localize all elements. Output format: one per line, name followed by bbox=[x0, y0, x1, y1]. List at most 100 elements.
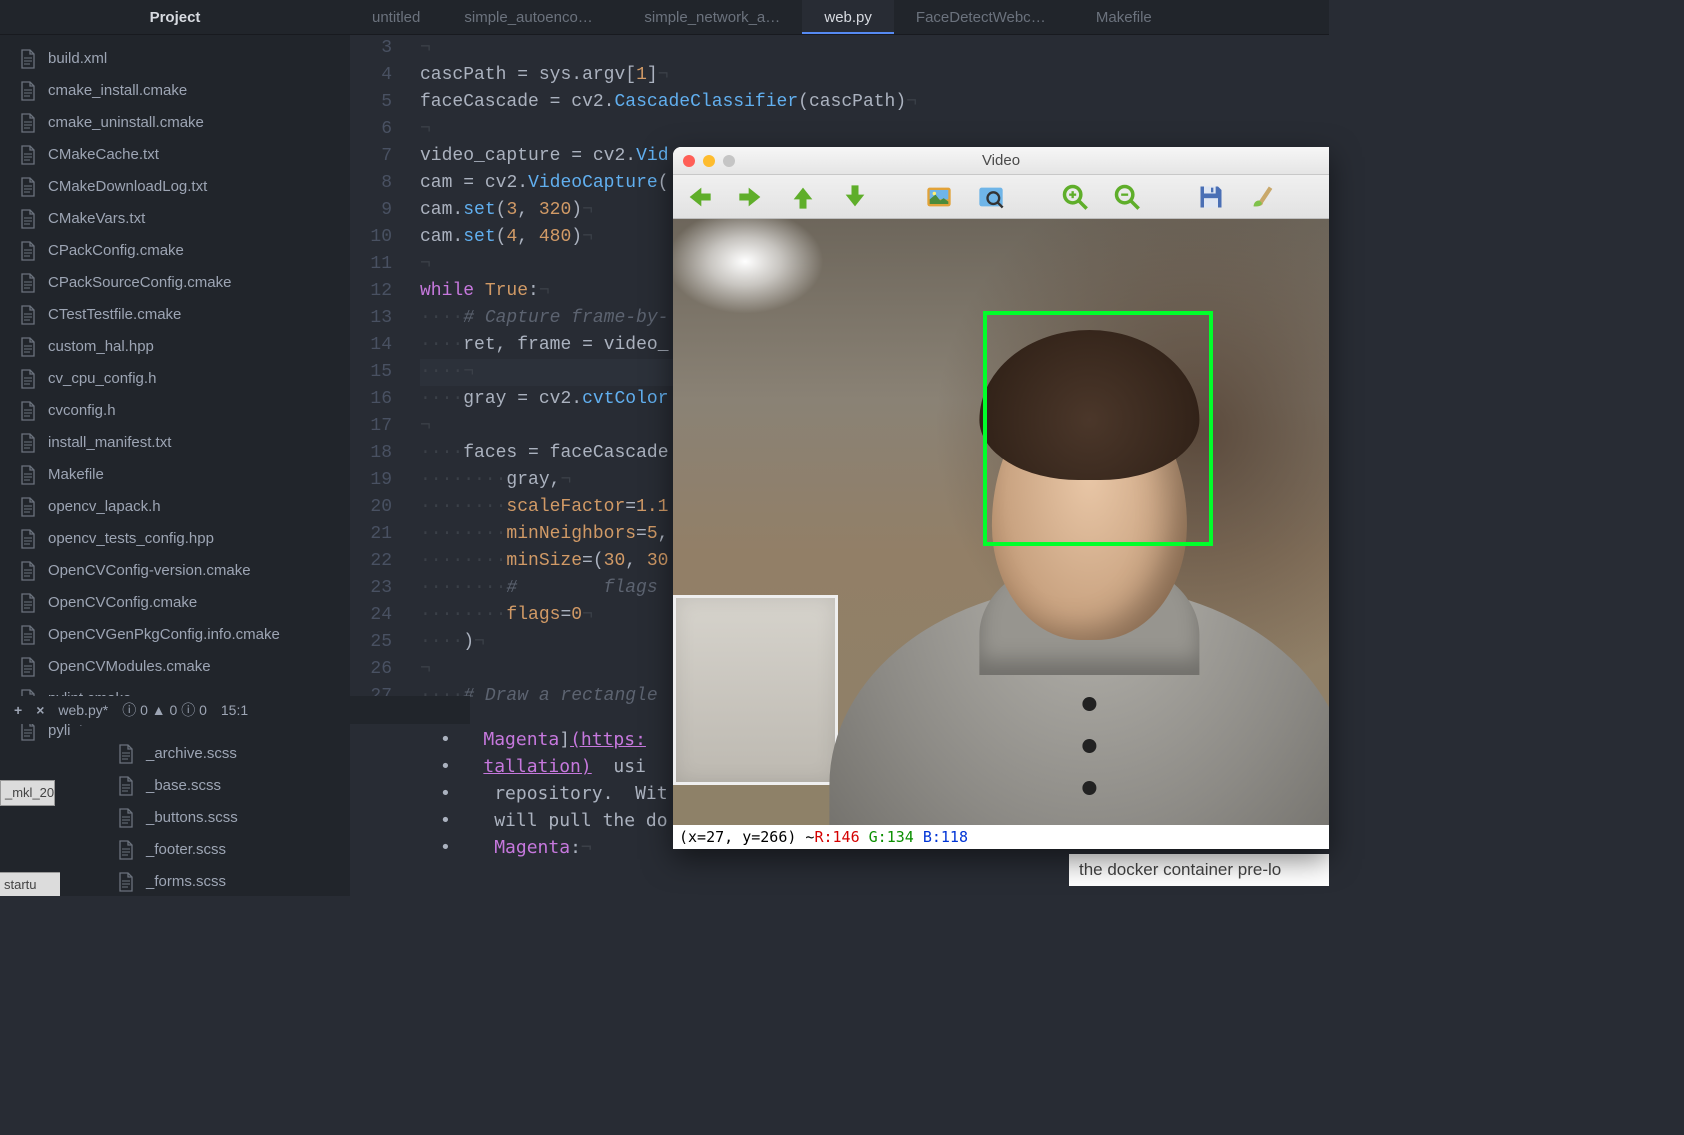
file-icon bbox=[118, 808, 134, 828]
status-cursor: 15:1 bbox=[221, 702, 248, 718]
tab-webpy[interactable]: web.py bbox=[802, 0, 894, 34]
file-icon bbox=[20, 497, 36, 517]
file-icon bbox=[20, 593, 36, 613]
file-icon bbox=[20, 721, 36, 741]
file-item[interactable]: opencv_lapack.h bbox=[0, 491, 350, 523]
file-item[interactable]: cmake_install.cmake bbox=[0, 75, 350, 107]
file-icon bbox=[20, 273, 36, 293]
file-item-label: CMakeDownloadLog.txt bbox=[48, 175, 207, 199]
secondary-file-tree: _archive.scss _base.scss _buttons.scss_foo… bbox=[70, 726, 390, 896]
file-item-label: _archive.scss bbox=[146, 742, 237, 766]
arrow-right-icon[interactable] bbox=[737, 183, 765, 211]
new-file-icon[interactable]: + bbox=[14, 702, 22, 718]
file-item[interactable]: CMakeDownloadLog.txt bbox=[0, 171, 350, 203]
file-item-label: opencv_lapack.h bbox=[48, 495, 161, 519]
file-item[interactable]: CTestTestfile.cmake bbox=[0, 299, 350, 331]
file-item[interactable]: cmake_uninstall.cmake bbox=[0, 107, 350, 139]
zoom-region-icon[interactable] bbox=[977, 183, 1005, 211]
brush-icon[interactable] bbox=[1249, 183, 1277, 211]
video-titlebar[interactable]: Video bbox=[673, 147, 1329, 175]
tab-stub-mkl[interactable]: _mkl_20 bbox=[0, 780, 55, 806]
video-status-bar: (x=27, y=266) ~ R:146 G:134 B:118 bbox=[673, 825, 1329, 849]
arrow-down-icon[interactable] bbox=[841, 183, 869, 211]
status-bar: + × web.py* ⓘ 0 ▲ 0 ⓘ 0 15:1 bbox=[0, 696, 470, 724]
file-icon bbox=[20, 369, 36, 389]
tab-bar: untitledsimple_autoencode…simple_network… bbox=[350, 0, 1329, 34]
tab-untitled[interactable]: untitled bbox=[350, 0, 442, 34]
file-item-label: Makefile bbox=[48, 463, 104, 487]
file-item[interactable]: custom_hal.hpp bbox=[0, 331, 350, 363]
file-item[interactable]: _archive.scss bbox=[70, 738, 390, 770]
close-icon[interactable]: × bbox=[36, 702, 44, 718]
file-item-label: OpenCVConfig.cmake bbox=[48, 591, 197, 615]
file-item[interactable]: CMakeVars.txt bbox=[0, 203, 350, 235]
file-item-label: CPackSourceConfig.cmake bbox=[48, 271, 231, 295]
save-icon[interactable] bbox=[1197, 183, 1225, 211]
file-item-label: CMakeVars.txt bbox=[48, 207, 145, 231]
tab-facedetectwebcam[interactable]: FaceDetectWebcam… bbox=[894, 0, 1074, 34]
file-item[interactable]: _footer.scss bbox=[70, 834, 390, 866]
file-item[interactable]: OpenCVGenPkgConfig.info.cmake bbox=[0, 619, 350, 651]
file-icon bbox=[118, 776, 134, 796]
status-filename: web.py* bbox=[58, 702, 108, 718]
background-monitor bbox=[673, 595, 838, 785]
file-item-label: cmake_install.cmake bbox=[48, 79, 187, 103]
file-item[interactable]: _base.scss bbox=[70, 770, 390, 802]
file-item[interactable]: opencv_tests_config.hpp bbox=[0, 523, 350, 555]
file-icon bbox=[20, 177, 36, 197]
file-item[interactable]: _buttons.scss bbox=[70, 802, 390, 834]
file-icon bbox=[20, 401, 36, 421]
code-line[interactable]: ¬ bbox=[420, 35, 917, 62]
file-item[interactable]: OpenCVModules.cmake bbox=[0, 651, 350, 683]
file-item[interactable]: install_manifest.txt bbox=[0, 427, 350, 459]
code-line[interactable]: faceCascade = cv2.CascadeClassifier(casc… bbox=[420, 89, 917, 116]
image-icon[interactable] bbox=[925, 183, 953, 211]
file-item[interactable]: CPackConfig.cmake bbox=[0, 235, 350, 267]
file-item[interactable]: Makefile bbox=[0, 459, 350, 491]
face-detection-rect bbox=[983, 311, 1213, 546]
zoom-out-icon[interactable] bbox=[1113, 183, 1141, 211]
file-item-label: opencv_tests_config.hpp bbox=[48, 527, 214, 551]
file-item[interactable]: cvconfig.h bbox=[0, 395, 350, 427]
tab-simplenetworkau[interactable]: simple_network_au… bbox=[622, 0, 802, 34]
tab-stub-startup[interactable]: startu bbox=[0, 872, 60, 896]
arrow-up-icon[interactable] bbox=[789, 183, 817, 211]
file-icon bbox=[118, 872, 134, 892]
file-item-label: CTestTestfile.cmake bbox=[48, 303, 181, 327]
tab-makefile[interactable]: Makefile bbox=[1074, 0, 1174, 34]
file-icon bbox=[20, 113, 36, 133]
file-item-label: cv_cpu_config.h bbox=[48, 367, 156, 391]
file-item[interactable]: CPackSourceConfig.cmake bbox=[0, 267, 350, 299]
file-item[interactable]: CMakeCache.txt bbox=[0, 139, 350, 171]
code-line[interactable]: ¬ bbox=[420, 116, 917, 143]
file-icon bbox=[20, 561, 36, 581]
zoom-in-icon[interactable] bbox=[1061, 183, 1089, 211]
file-item-label: CPackConfig.cmake bbox=[48, 239, 184, 263]
file-item[interactable]: cv_cpu_config.h bbox=[0, 363, 350, 395]
file-icon bbox=[20, 49, 36, 69]
file-item-label: OpenCVGenPkgConfig.info.cmake bbox=[48, 623, 280, 647]
status-errors: ⓘ 0 ▲ 0 ⓘ 0 bbox=[122, 700, 207, 720]
file-item-label: _forms.scss bbox=[146, 870, 226, 894]
preview-pane-stub: the docker container pre-lo bbox=[1069, 854, 1329, 886]
file-item-label: cmake_uninstall.cmake bbox=[48, 111, 204, 135]
file-item-label: custom_hal.hpp bbox=[48, 335, 154, 359]
file-item-label: cvconfig.h bbox=[48, 399, 116, 423]
video-pixel-r: R:146 bbox=[814, 828, 859, 846]
video-pixel-g: G:134 bbox=[869, 828, 914, 846]
file-item[interactable]: OpenCVConfig-version.cmake bbox=[0, 555, 350, 587]
code-line[interactable]: cascPath = sys.argv[1]¬ bbox=[420, 62, 917, 89]
file-item[interactable]: OpenCVConfig.cmake bbox=[0, 587, 350, 619]
file-item-label: CMakeCache.txt bbox=[48, 143, 159, 167]
video-toolbar bbox=[673, 175, 1329, 219]
file-icon bbox=[20, 209, 36, 229]
file-icon bbox=[118, 840, 134, 860]
tab-simpleautoencode[interactable]: simple_autoencode… bbox=[442, 0, 622, 34]
arrow-left-icon[interactable] bbox=[685, 183, 713, 211]
file-item-label: _base.scss bbox=[146, 774, 221, 798]
file-item[interactable]: _forms.scss bbox=[70, 866, 390, 898]
file-item[interactable]: build.xml bbox=[0, 43, 350, 75]
file-icon bbox=[20, 433, 36, 453]
video-canvas bbox=[673, 219, 1329, 825]
video-window[interactable]: Video (x=27, y=266) ~ R:146 G:134 B:118 bbox=[673, 147, 1329, 849]
